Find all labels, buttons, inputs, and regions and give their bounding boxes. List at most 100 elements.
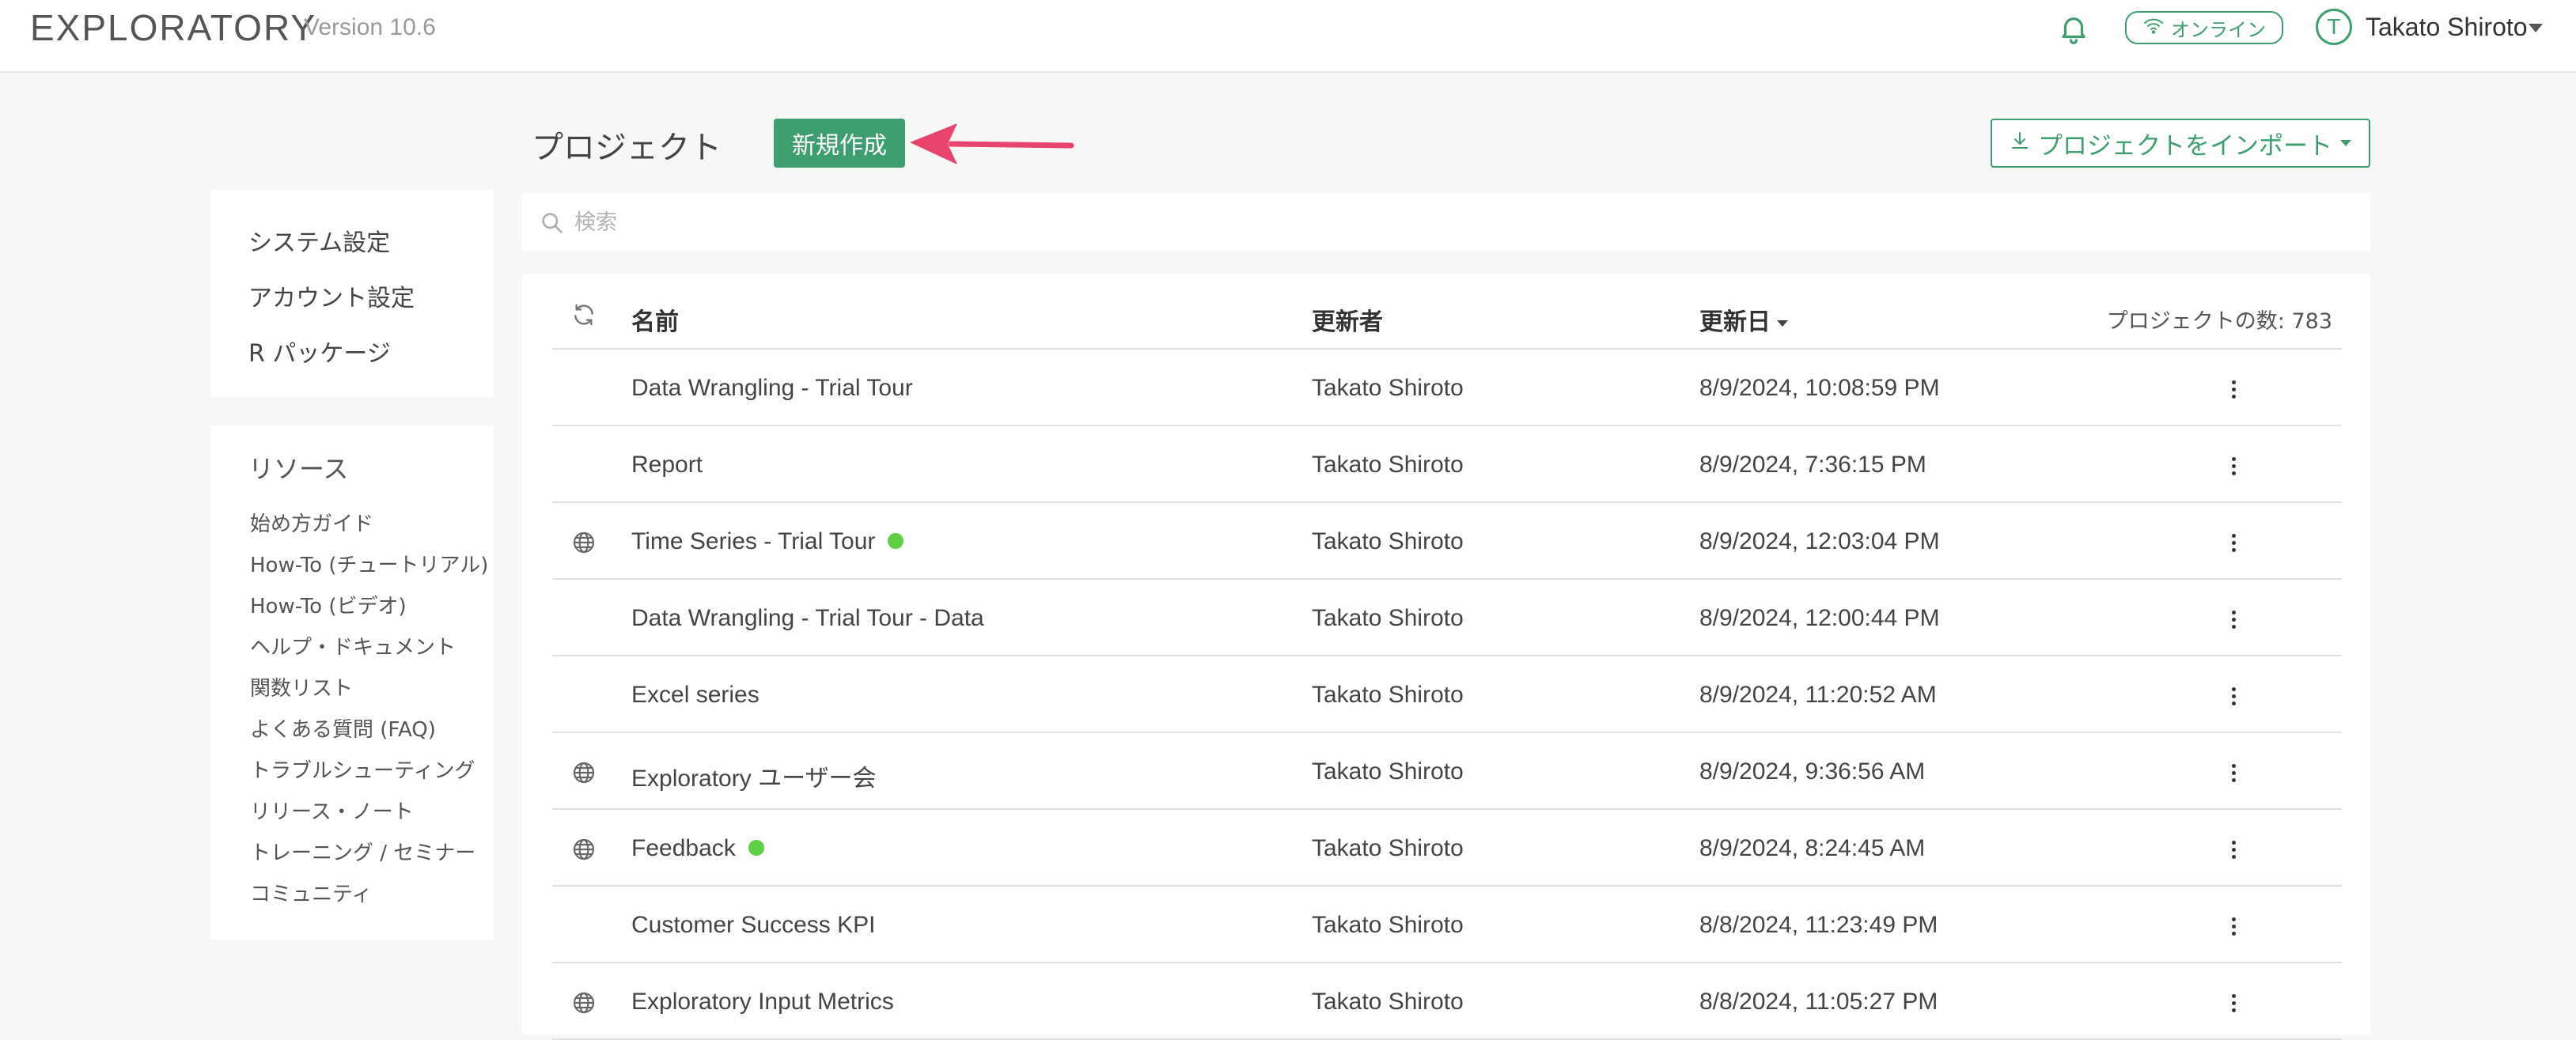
column-header-updater[interactable]: 更新者 [1312, 302, 1383, 337]
search-bar [522, 193, 2370, 251]
online-status-label: オンライン [2171, 18, 2266, 41]
resource-link-howto-video[interactable]: How-To (ビデオ) [250, 590, 407, 619]
project-updater: Takato Shiroto [1312, 758, 1464, 785]
resource-link-troubleshooting[interactable]: トラブルシューティング [250, 754, 475, 784]
new-project-button[interactable]: 新規作成 [774, 119, 905, 168]
project-updater: Takato Shiroto [1312, 682, 1464, 708]
table-row[interactable]: Excel series Takato Shiroto 8/9/2024, 11:2… [552, 656, 2342, 733]
project-updated-date: 8/9/2024, 10:08:59 PM [1699, 375, 1940, 401]
resource-link-getting-started[interactable]: 始め方ガイド [250, 508, 373, 537]
table-row[interactable]: Exploratory Input Metrics Takato Shiroto 8… [552, 963, 2342, 1040]
project-updated-date: 8/9/2024, 12:00:44 PM [1699, 605, 1940, 631]
version-label: Version 10.6 [304, 14, 436, 40]
resource-link-release-notes[interactable]: リリース・ノート [250, 796, 414, 825]
project-name[interactable]: Feedback [631, 835, 764, 862]
bell-icon[interactable] [2057, 11, 2090, 46]
project-name-label: Exploratory Input Metrics [631, 989, 894, 1015]
table-row[interactable]: Report Takato Shiroto 8/9/2024, 7:36:15 PM [552, 426, 2342, 503]
avatar[interactable]: T [2316, 9, 2352, 45]
sidebar-item-account-settings[interactable]: アカウント設定 [248, 278, 415, 313]
table-row[interactable]: Data Wrangling - Trial Tour - Data Takato… [552, 580, 2342, 656]
active-status-dot [888, 533, 904, 550]
more-options-icon[interactable] [2222, 373, 2245, 405]
globe-icon [571, 990, 597, 1015]
project-updated-date: 8/9/2024, 7:36:15 PM [1699, 452, 1926, 478]
project-name-label: Report [631, 452, 703, 478]
column-header-name[interactable]: 名前 [631, 302, 679, 337]
resource-link-training[interactable]: トレーニング / セミナー [250, 837, 475, 866]
project-name-label: Customer Success KPI [631, 912, 876, 938]
resource-link-help-docs[interactable]: ヘルプ・ドキュメント [250, 631, 456, 660]
globe-icon [571, 530, 597, 555]
project-updater: Takato Shiroto [1312, 835, 1464, 861]
resource-link-community[interactable]: コミュニティ [250, 878, 372, 907]
more-options-icon[interactable] [2222, 450, 2245, 482]
project-name-label: Feedback [631, 835, 736, 861]
refresh-icon[interactable] [571, 302, 597, 327]
active-status-dot [748, 840, 764, 857]
search-input[interactable] [574, 202, 2315, 242]
page-title: プロジェクト [532, 130, 722, 166]
project-name[interactable]: Exploratory ユーザー会 [631, 758, 876, 793]
project-updater: Takato Shiroto [1312, 989, 1464, 1015]
online-status-badge[interactable]: オンライン [2125, 11, 2283, 44]
project-table: 名前 更新者 更新日 プロジェクトの数: 783 Data Wrangling … [522, 274, 2370, 1040]
table-header: 名前 更新者 更新日 プロジェクトの数: 783 [552, 274, 2342, 350]
column-header-updated-label: 更新日 [1699, 308, 1771, 336]
project-name[interactable]: Data Wrangling - Trial Tour - Data [631, 605, 984, 632]
project-updater: Takato Shiroto [1312, 375, 1464, 401]
download-icon [2010, 129, 2030, 157]
more-options-icon[interactable] [2222, 834, 2245, 865]
project-updated-date: 8/9/2024, 8:24:45 AM [1699, 835, 1926, 861]
project-name-label: Excel series [631, 682, 760, 708]
resource-link-faq[interactable]: よくある質問 (FAQ) [250, 713, 436, 743]
more-options-icon[interactable] [2222, 603, 2245, 635]
table-row[interactable]: Time Series - Trial Tour Takato Shiroto 8/… [552, 503, 2342, 580]
project-updated-date: 8/8/2024, 11:05:27 PM [1699, 989, 1938, 1015]
table-row[interactable]: Exploratory ユーザー会 Takato Shiroto 8/9/2024,… [552, 733, 2342, 810]
user-name[interactable]: Takato Shiroto [2366, 13, 2528, 42]
project-updated-date: 8/9/2024, 12:03:04 PM [1699, 528, 1940, 554]
more-options-icon[interactable] [2222, 757, 2245, 789]
project-updated-date: 8/8/2024, 11:23:49 PM [1699, 912, 1938, 938]
project-updater: Takato Shiroto [1312, 452, 1464, 478]
project-name[interactable]: Excel series [631, 682, 760, 709]
sidebar-item-r-packages[interactable]: R パッケージ [248, 334, 391, 369]
settings-menu: システム設定 アカウント設定 R パッケージ [210, 190, 494, 397]
project-updated-date: 8/9/2024, 11:20:52 AM [1699, 682, 1937, 708]
project-updater: Takato Shiroto [1312, 912, 1464, 938]
annotation-arrow [910, 123, 1074, 165]
resource-link-function-list[interactable]: 関数リスト [250, 672, 353, 702]
column-header-updated[interactable]: 更新日 [1699, 302, 1788, 337]
app-logo[interactable]: EXPLORATORY [30, 6, 316, 49]
more-options-icon[interactable] [2222, 987, 2245, 1019]
sort-desc-icon [1777, 320, 1788, 327]
table-row[interactable]: Data Wrangling - Trial Tour Takato Shirot… [552, 350, 2342, 426]
sidebar-item-system-settings[interactable]: システム設定 [248, 223, 390, 258]
resources-menu: リソース 始め方ガイド How-To (チュートリアル) How-To (ビデオ… [210, 425, 494, 940]
project-name-label: Data Wrangling - Trial Tour [631, 375, 913, 401]
resources-heading: リソース [248, 454, 349, 484]
search-icon [542, 213, 563, 233]
globe-icon [571, 760, 597, 785]
import-project-button[interactable]: プロジェクトをインポート [1991, 119, 2370, 168]
project-name[interactable]: Time Series - Trial Tour [631, 528, 904, 555]
project-count: プロジェクトの数: 783 [2106, 309, 2332, 334]
chevron-down-icon[interactable] [2529, 24, 2543, 32]
project-name[interactable]: Report [631, 452, 703, 478]
resource-link-howto-tutorial[interactable]: How-To (チュートリアル) [250, 549, 488, 578]
more-options-icon[interactable] [2222, 527, 2245, 558]
project-name-label: Data Wrangling - Trial Tour - Data [631, 605, 984, 631]
more-options-icon[interactable] [2222, 680, 2245, 712]
import-project-label: プロジェクトをインポート [2038, 131, 2332, 161]
table-row[interactable]: Customer Success KPI Takato Shiroto 8/8/20… [552, 887, 2342, 963]
project-updater: Takato Shiroto [1312, 528, 1464, 554]
project-name[interactable]: Customer Success KPI [631, 912, 875, 939]
project-updater: Takato Shiroto [1312, 605, 1464, 631]
table-row[interactable]: Feedback Takato Shiroto 8/9/2024, 8:24:45 … [552, 810, 2342, 887]
more-options-icon[interactable] [2222, 910, 2245, 942]
caret-down-icon [2340, 140, 2351, 146]
project-name[interactable]: Exploratory Input Metrics [631, 989, 894, 1015]
project-name[interactable]: Data Wrangling - Trial Tour [631, 375, 913, 402]
wifi-icon [2142, 16, 2165, 40]
